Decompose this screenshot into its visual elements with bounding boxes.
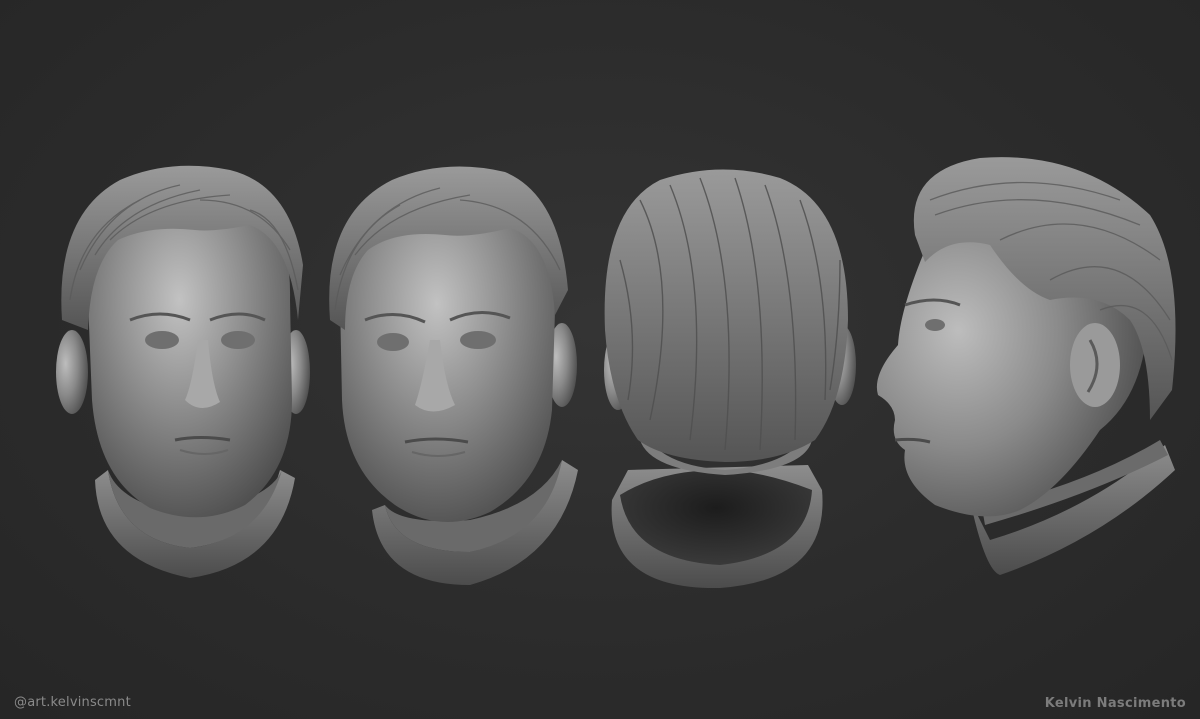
ear-left bbox=[56, 330, 88, 414]
head-back bbox=[604, 169, 856, 589]
artist-handle: @art.kelvinscmnt bbox=[14, 695, 131, 710]
hair-back bbox=[604, 169, 848, 462]
head-front bbox=[56, 165, 310, 578]
head-three-quarter bbox=[329, 166, 578, 585]
render-canvas: @art.kelvinscmnt Kelvin Nascimento bbox=[0, 0, 1200, 719]
sculpt-render bbox=[56, 157, 1176, 589]
head-profile bbox=[876, 157, 1176, 575]
artist-signature: Kelvin Nascimento bbox=[1044, 696, 1186, 711]
ear-profile bbox=[1070, 323, 1120, 407]
